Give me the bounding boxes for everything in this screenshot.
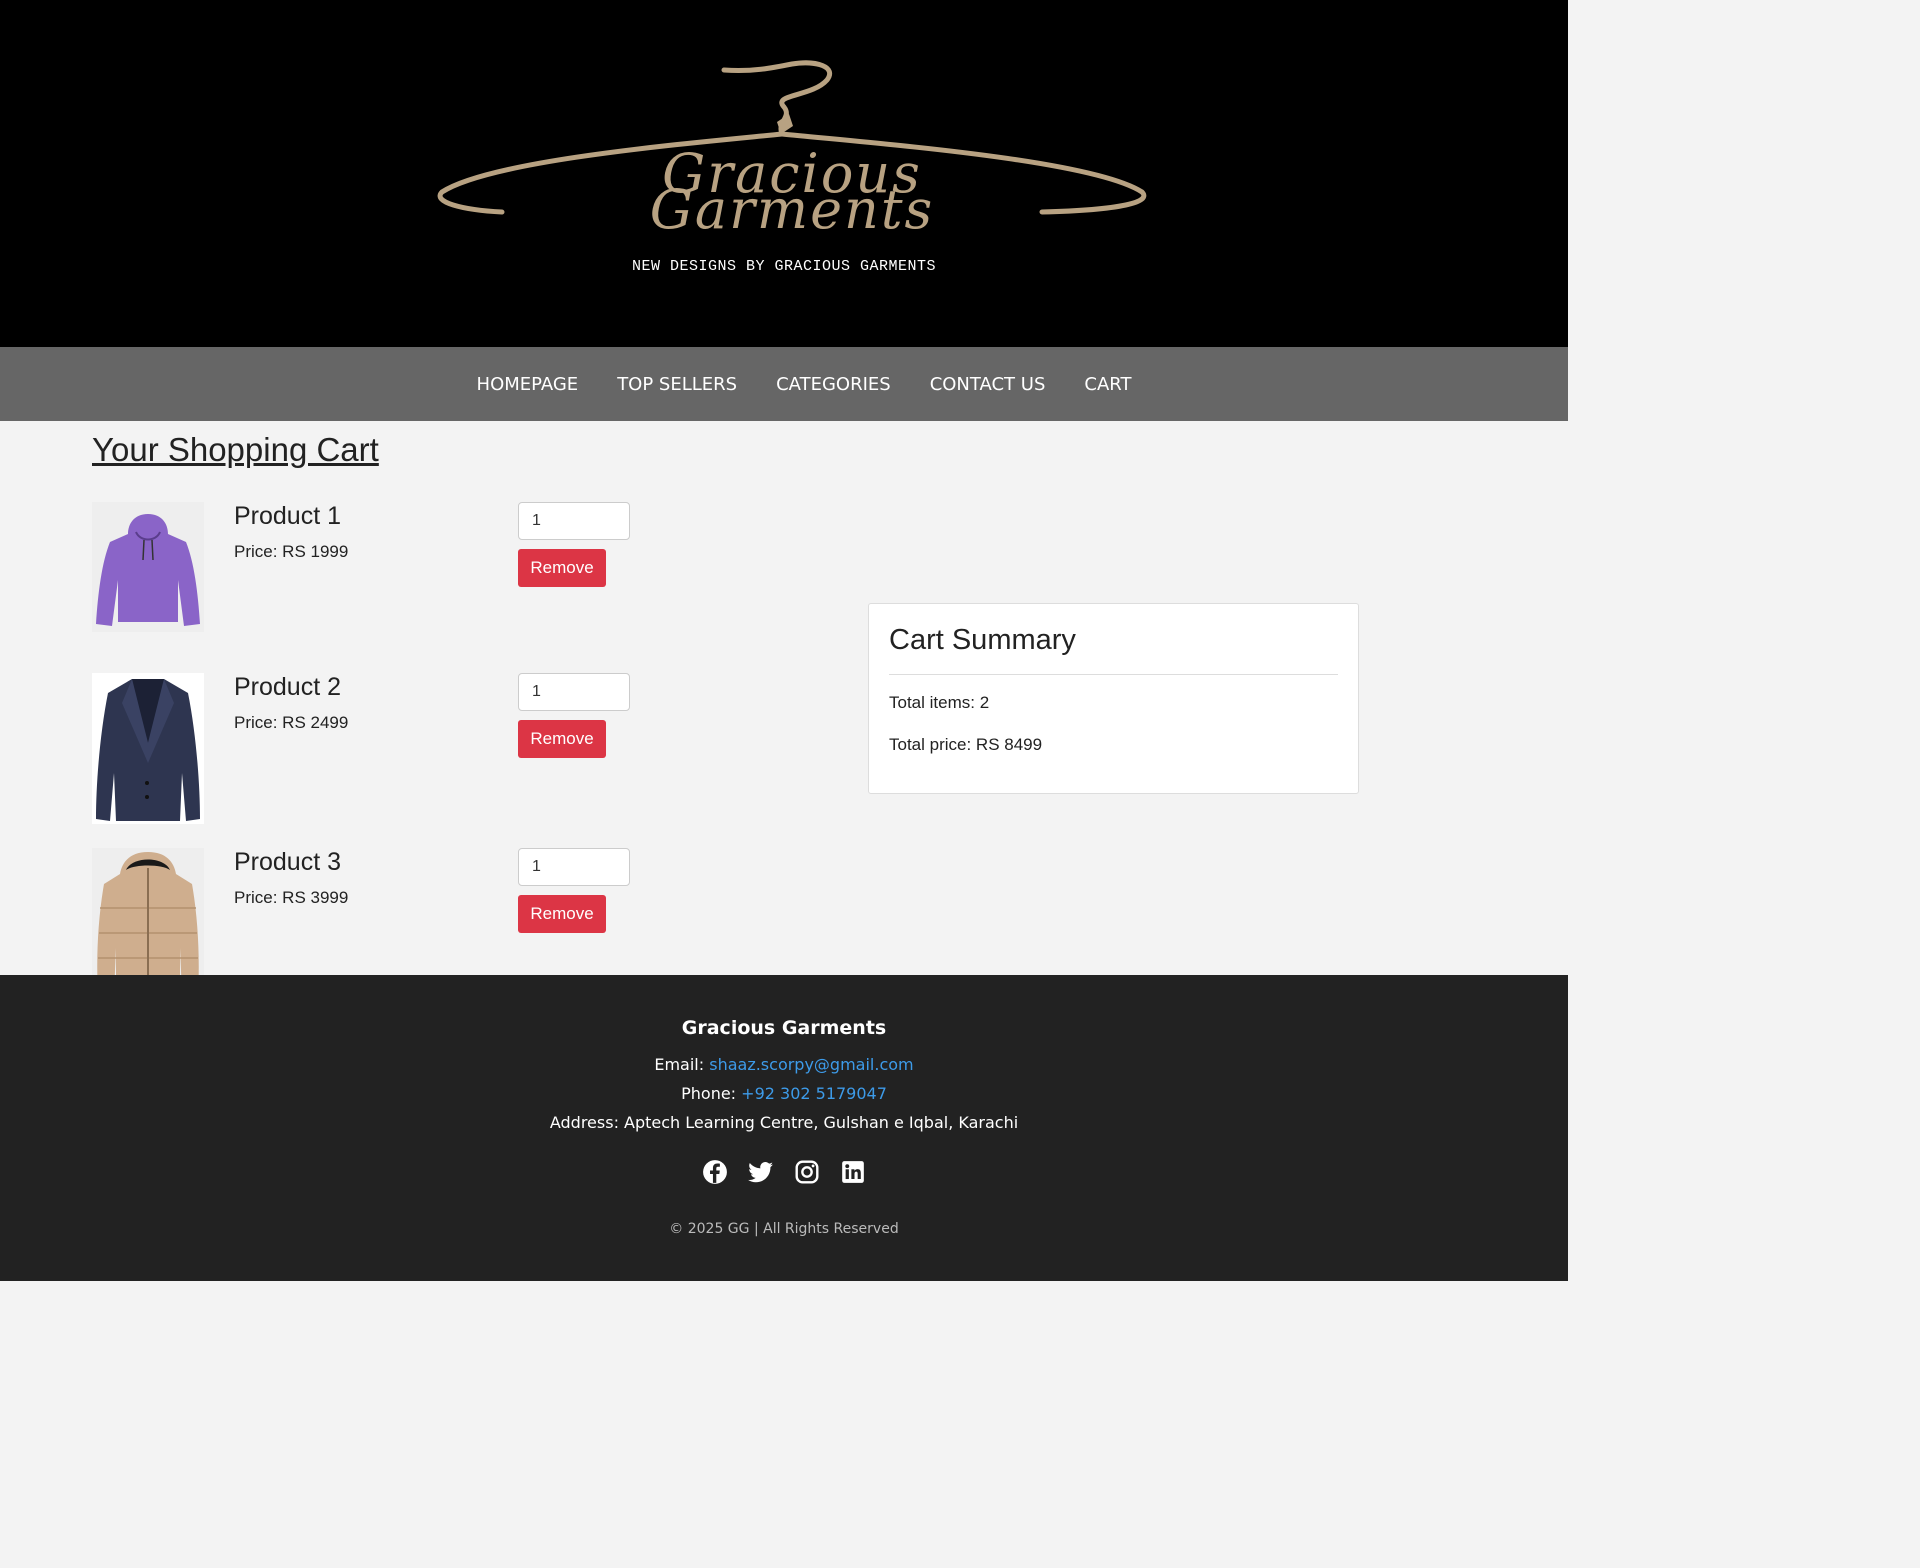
product-price: Price: RS 2499 xyxy=(234,713,349,732)
site-header: Gracious Garments NEW DESIGNS BY GRACIOU… xyxy=(0,0,1568,347)
product-price: Price: RS 3999 xyxy=(234,888,349,907)
product-name: Product 3 xyxy=(234,848,342,876)
logo-text-line2: Garments xyxy=(650,178,935,241)
footer-phone: Phone: +92 302 5179047 xyxy=(0,1084,1568,1103)
navy-blazer-image xyxy=(92,673,204,824)
social-links xyxy=(0,1159,1568,1185)
email-label: Email: xyxy=(654,1055,705,1074)
nav-cart[interactable]: CART xyxy=(1084,374,1131,395)
footer-brand: Gracious Garments xyxy=(681,1017,887,1039)
linkedin-icon[interactable] xyxy=(840,1159,866,1185)
cart-summary: Cart Summary Total items: 2 Total price:… xyxy=(868,603,1359,794)
quantity-input[interactable] xyxy=(518,502,630,540)
purple-hoodie-image xyxy=(92,502,204,632)
cart-page: Your Shopping Cart Product 1 Price: RS 1… xyxy=(0,421,1568,999)
product-name: Product 2 xyxy=(234,673,342,701)
product-name: Product 1 xyxy=(234,502,342,530)
total-items: Total items: 2 xyxy=(889,693,990,712)
quantity-input[interactable] xyxy=(518,673,630,711)
footer-address: Address: Aptech Learning Centre, Gulshan… xyxy=(549,1113,1019,1132)
copyright: © 2025 GG | All Rights Reserved xyxy=(669,1221,899,1237)
remove-button[interactable]: Remove xyxy=(518,895,606,933)
page-title: Your Shopping Cart xyxy=(92,431,379,468)
quantity-input[interactable] xyxy=(518,848,630,886)
twitter-icon[interactable] xyxy=(748,1159,774,1185)
nav-homepage[interactable]: HOMEPAGE xyxy=(477,374,579,395)
phone-link[interactable]: +92 302 5179047 xyxy=(741,1084,887,1103)
facebook-icon[interactable] xyxy=(702,1159,728,1185)
instagram-icon[interactable] xyxy=(794,1159,820,1185)
total-price: Total price: RS 8499 xyxy=(889,735,1043,754)
gracious-garments-logo[interactable]: Gracious Garments xyxy=(432,52,1152,242)
main-nav: HOMEPAGE TOP SELLERS CATEGORIES CONTACT … xyxy=(0,347,1568,421)
remove-button[interactable]: Remove xyxy=(518,720,606,758)
product-price: Price: RS 1999 xyxy=(234,542,349,561)
nav-top-sellers[interactable]: TOP SELLERS xyxy=(617,374,737,395)
tagline: NEW DESIGNS BY GRACIOUS GARMENTS xyxy=(631,258,937,275)
nav-categories[interactable]: CATEGORIES xyxy=(776,374,891,395)
summary-title: Cart Summary xyxy=(889,624,1338,675)
remove-button[interactable]: Remove xyxy=(518,549,606,587)
nav-contact-us[interactable]: CONTACT US xyxy=(930,374,1046,395)
phone-label: Phone: xyxy=(681,1084,737,1103)
email-link[interactable]: shaaz.scorpy@gmail.com xyxy=(709,1055,913,1074)
site-footer: Gracious Garments Email: shaaz.scorpy@gm… xyxy=(0,975,1568,1281)
footer-email: Email: shaaz.scorpy@gmail.com xyxy=(0,1055,1568,1074)
